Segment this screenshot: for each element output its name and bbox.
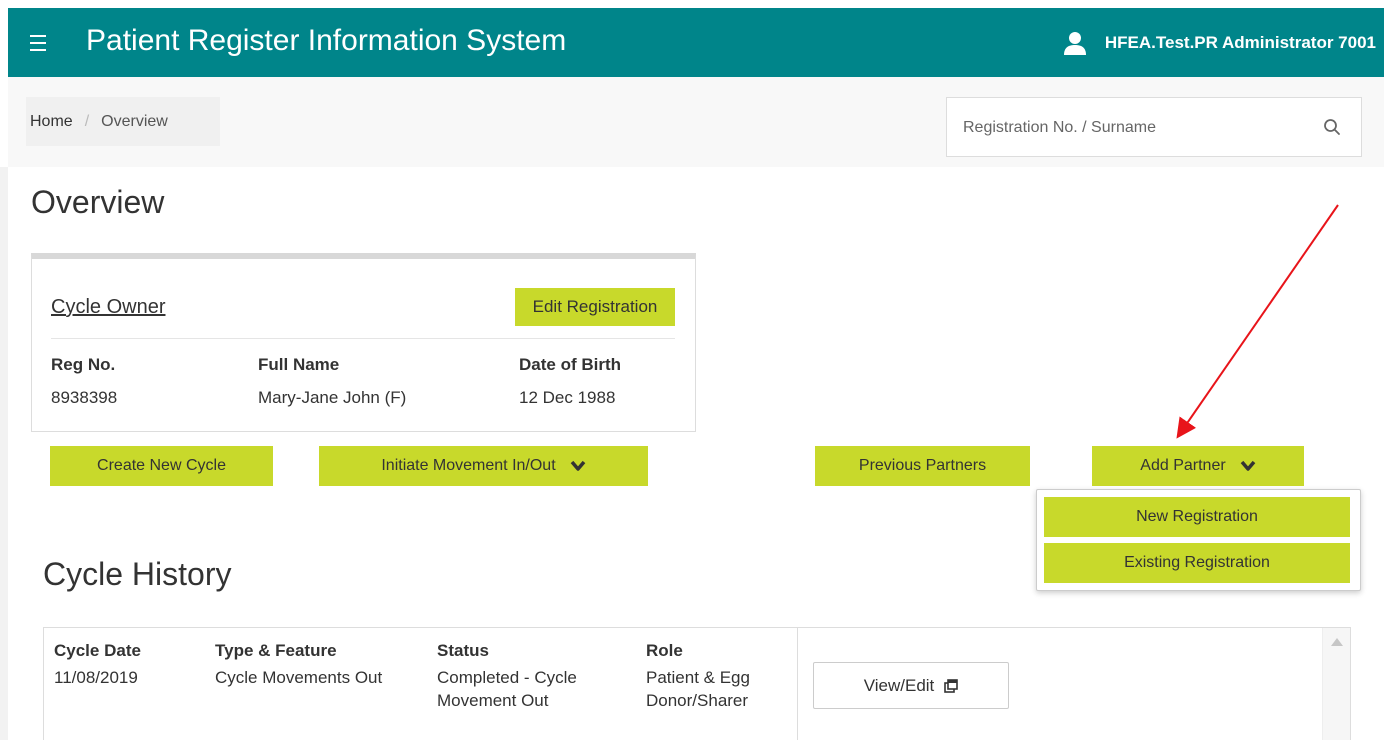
view-edit-button[interactable]: View/Edit	[813, 662, 1009, 709]
reg-no-value: 8938398	[51, 388, 118, 407]
open-window-icon	[944, 678, 959, 693]
cycle-date-header: Cycle Date	[54, 641, 141, 660]
type-feature-header: Type & Feature	[215, 641, 337, 660]
add-partner-label: Add Partner	[1140, 457, 1226, 474]
scroll-up-arrow-icon[interactable]	[1331, 638, 1343, 646]
date-of-birth-label: Date of Birth	[519, 355, 621, 374]
chevron-down-icon	[1240, 460, 1256, 471]
breadcrumb-separator: /	[84, 112, 90, 130]
full-name-value: Mary-Jane John (F)	[258, 388, 407, 407]
date-of-birth-value: 12 Dec 1988	[519, 388, 616, 407]
breadcrumb-current: Overview	[101, 112, 168, 130]
cycle-owner-card: Cycle Owner Edit Registration Reg No. Fu…	[31, 253, 696, 432]
cycle-history-list: Cycle Date Type & Feature Status Role 11…	[43, 627, 1351, 740]
existing-registration-menu-item[interactable]: Existing Registration	[1044, 543, 1350, 583]
previous-partners-button[interactable]: Previous Partners	[815, 446, 1030, 486]
initiate-movement-button[interactable]: Initiate Movement In/Out	[319, 446, 648, 486]
add-partner-button[interactable]: Add Partner	[1092, 446, 1304, 486]
cycle-owner-link[interactable]: Cycle Owner	[51, 296, 165, 319]
user-icon	[1063, 32, 1086, 55]
cycle-date-value: 11/08/2019	[54, 668, 138, 687]
initiate-movement-label: Initiate Movement In/Out	[381, 457, 556, 474]
left-sidebar-edge	[0, 167, 8, 740]
top-header-bar: Patient Register Information System HFEA…	[8, 8, 1384, 77]
add-partner-dropdown-menu: New Registration Existing Registration	[1036, 489, 1361, 591]
search-icon[interactable]	[1323, 118, 1341, 136]
role-header: Role	[646, 641, 683, 660]
new-registration-menu-item[interactable]: New Registration	[1044, 497, 1350, 537]
subheader-bar: Home / Overview	[8, 77, 1384, 167]
reg-no-label: Reg No.	[51, 355, 116, 374]
create-new-cycle-button[interactable]: Create New Cycle	[50, 446, 273, 486]
hamburger-menu-icon[interactable]	[30, 30, 46, 56]
row-divider	[797, 628, 798, 740]
type-feature-value: Cycle Movements Out	[215, 668, 383, 687]
view-edit-label: View/Edit	[863, 675, 935, 695]
status-value: Completed - Cycle Movement Out	[437, 668, 577, 710]
app-title: Patient Register Information System	[86, 24, 567, 57]
card-divider	[51, 338, 675, 339]
breadcrumb-home-link[interactable]: Home	[30, 113, 73, 131]
search-input[interactable]	[947, 98, 1335, 158]
chevron-down-icon	[570, 460, 585, 471]
page-title: Overview	[31, 184, 165, 220]
search-box	[946, 97, 1362, 158]
full-name-label: Full Name	[258, 355, 340, 374]
edit-registration-button[interactable]: Edit Registration	[515, 288, 675, 326]
user-menu[interactable]: HFEA.Test.PR Administrator 7001	[1062, 30, 1376, 56]
status-header: Status	[437, 641, 489, 660]
breadcrumb: Home / Overview	[26, 97, 220, 146]
previous-partners-label: Previous Partners	[858, 457, 987, 474]
cycle-history-title: Cycle History	[43, 556, 232, 592]
role-value: Patient & Egg Donor/Sharer	[646, 668, 750, 710]
vertical-scrollbar[interactable]	[1322, 628, 1350, 740]
create-new-cycle-label: Create New Cycle	[97, 457, 226, 474]
user-name: HFEA.Test.PR Administrator 7001	[1104, 33, 1376, 52]
